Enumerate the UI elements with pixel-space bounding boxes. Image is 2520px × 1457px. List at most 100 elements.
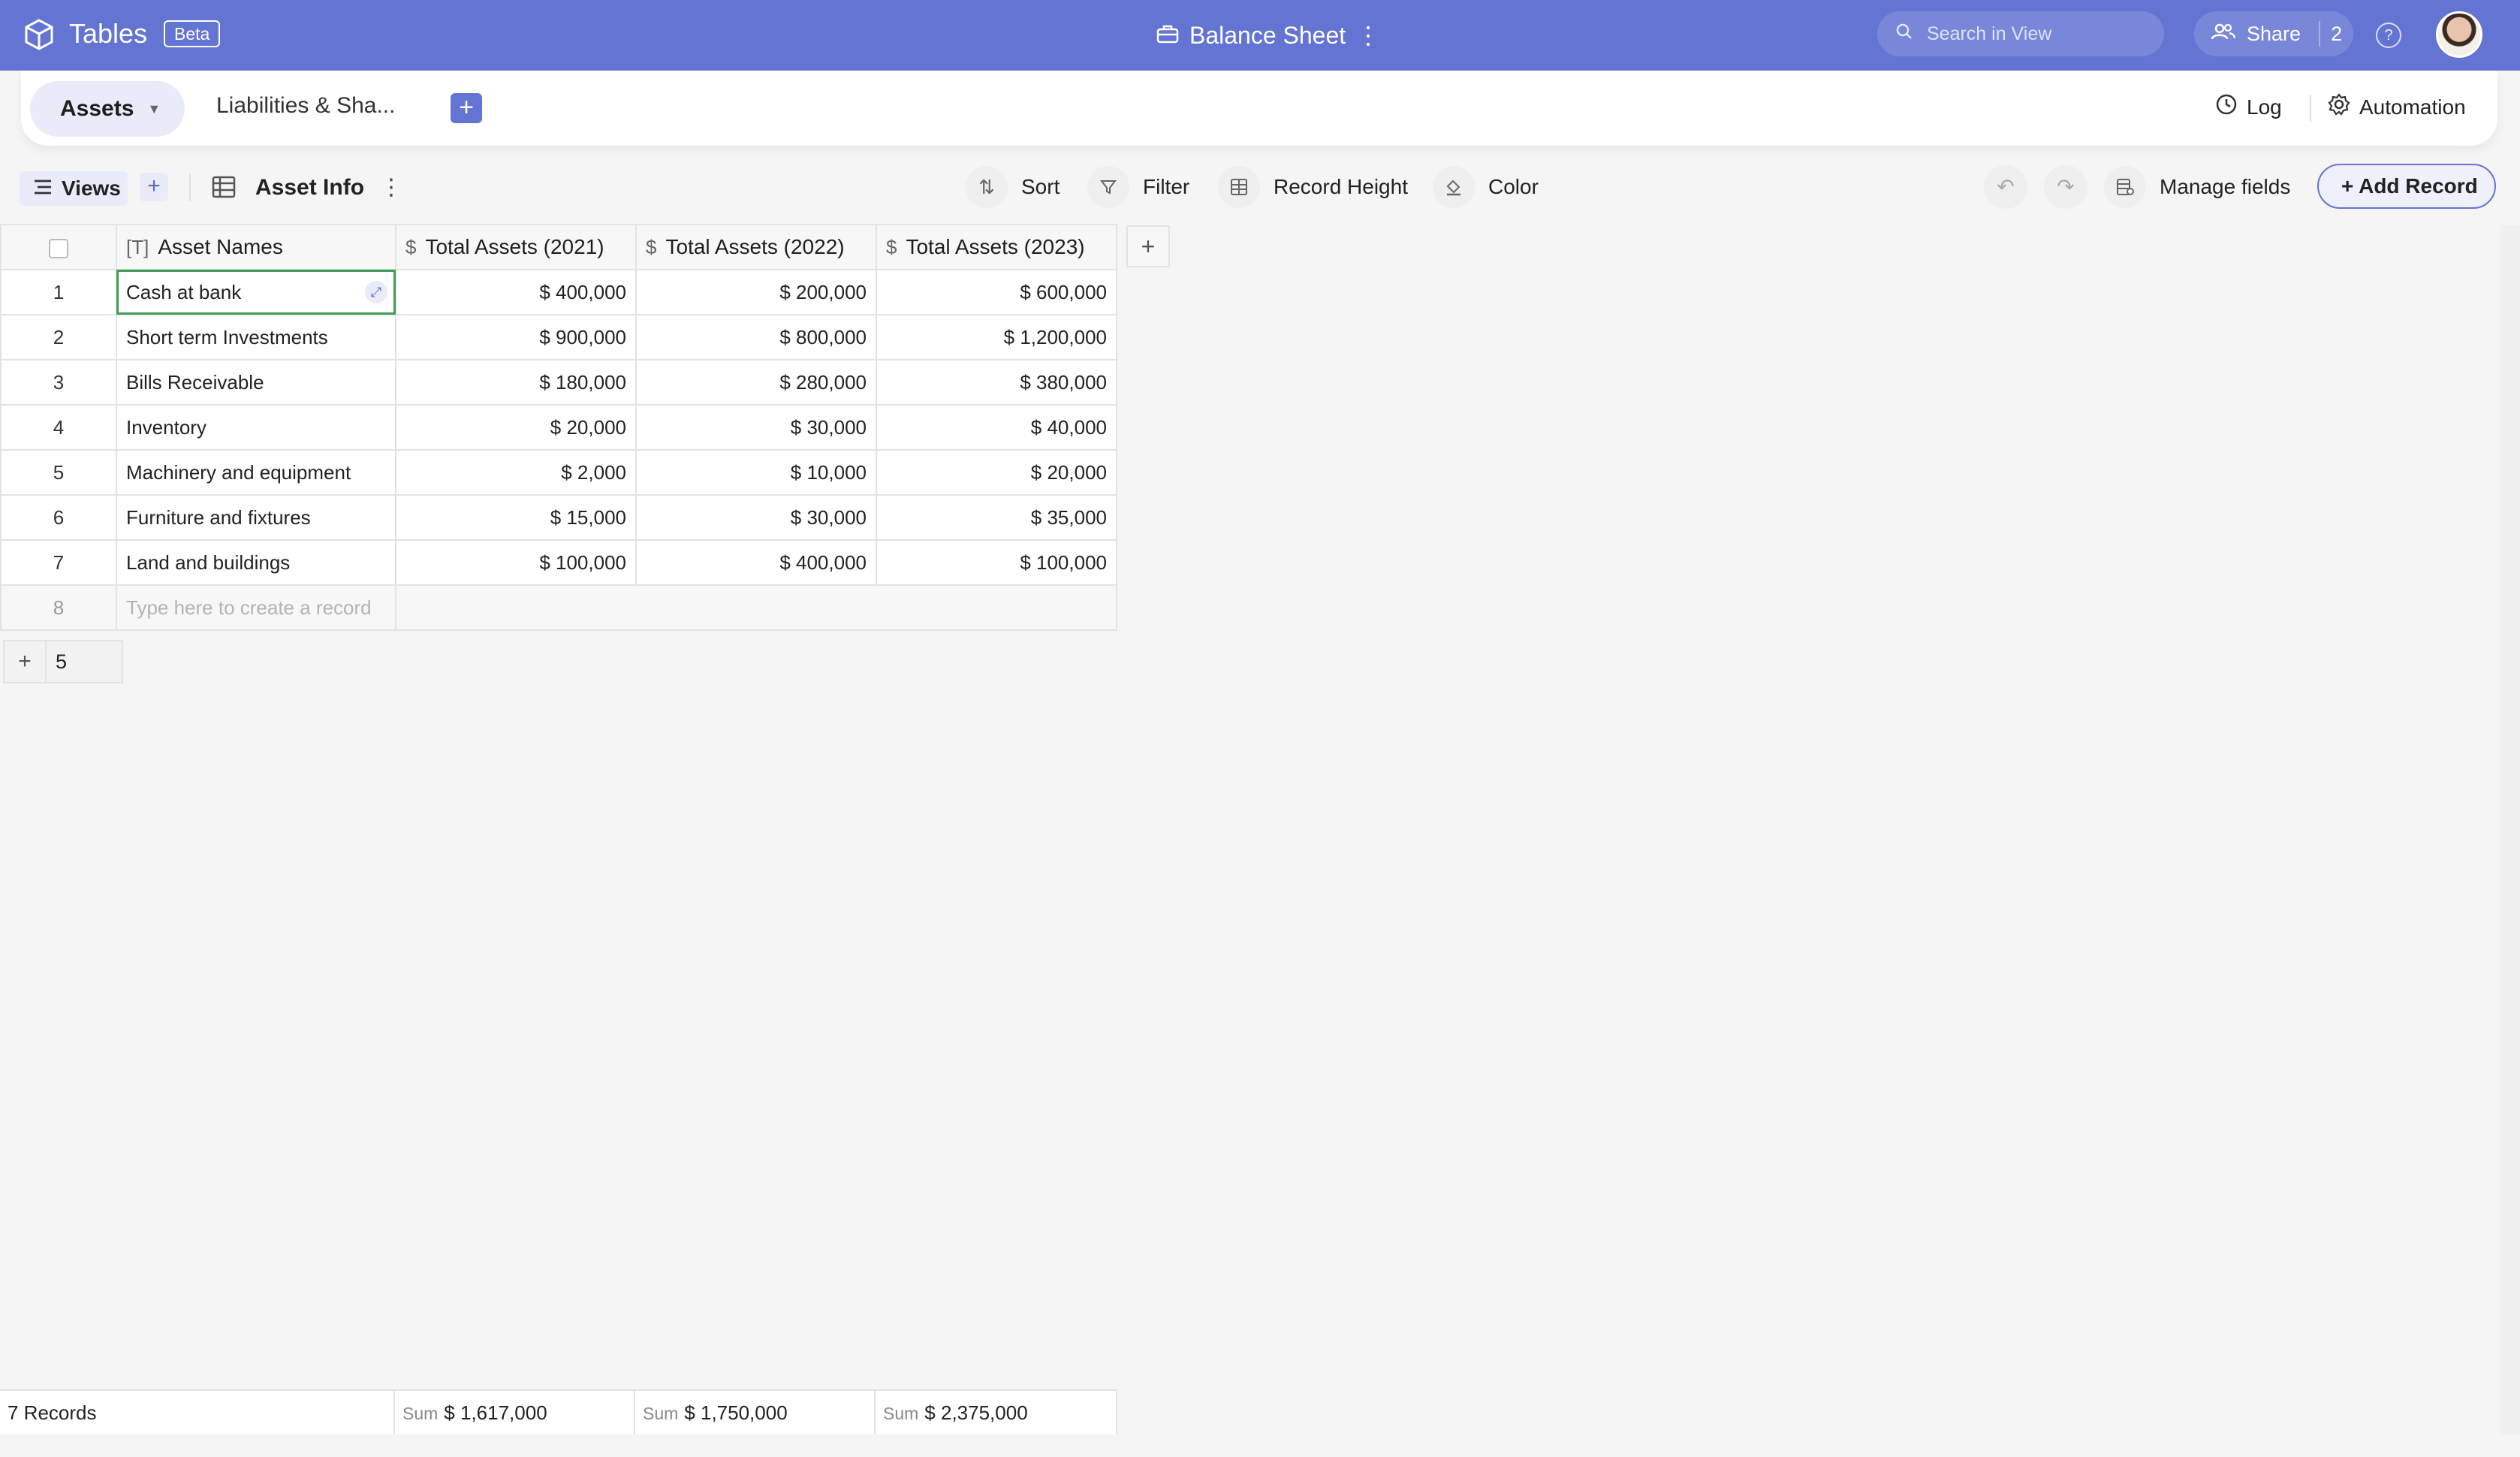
new-record-row[interactable]: 8 Type here to create a record — [0, 584, 1117, 631]
col-header-label: Total Assets (2021) — [425, 235, 604, 258]
undo-icon[interactable]: ↶ — [1984, 165, 2027, 209]
view-more-icon[interactable]: ⋮ — [380, 174, 402, 201]
help-icon[interactable]: ? — [2376, 23, 2401, 48]
add-rows-count[interactable]: 5 — [47, 641, 67, 682]
avatar[interactable] — [2436, 11, 2482, 58]
sort-button[interactable]: ⇅ Sort — [966, 164, 1060, 210]
automation-button[interactable]: Automation — [2328, 93, 2466, 121]
tab-liabilities[interactable]: Liabilities & Sha... — [216, 93, 395, 119]
row-number: 4 — [0, 404, 117, 451]
expand-record-icon[interactable]: ⤢ — [365, 281, 387, 303]
cell-2021[interactable]: $ 20,000 — [395, 404, 637, 451]
cell-2023[interactable]: $ 40,000 — [876, 404, 1117, 451]
sum-2022[interactable]: Sum $ 1,750,000 — [635, 1391, 876, 1434]
share-label: Share — [2247, 22, 2301, 45]
views-button[interactable]: Views — [20, 171, 128, 206]
add-rows-control[interactable]: +5 — [3, 640, 123, 683]
new-record-empty[interactable] — [395, 584, 1117, 631]
doc-title[interactable]: Balance Sheet ⋮ — [1156, 21, 1380, 50]
cell-2023[interactable]: $ 600,000 — [876, 269, 1117, 315]
cell-2021[interactable]: $ 2,000 — [395, 449, 637, 496]
beta-badge: Beta — [164, 20, 221, 47]
cube-logo-icon[interactable] — [23, 18, 56, 51]
col-header-2021[interactable]: $ Total Assets (2021) — [395, 224, 637, 270]
table-row[interactable]: 7 Land and buildings $ 100,000 $ 400,000… — [0, 539, 1117, 586]
col-header-2023[interactable]: $ Total Assets (2023) — [876, 224, 1117, 270]
filter-label: Filter — [1143, 175, 1190, 198]
cell-2023[interactable]: $ 380,000 — [876, 359, 1117, 406]
sum-2023[interactable]: Sum $ 2,375,000 — [876, 1391, 1117, 1434]
filter-button[interactable]: Filter — [1087, 164, 1189, 210]
col-header-label: Total Assets (2022) — [665, 235, 845, 258]
cell-2023[interactable]: $ 20,000 — [876, 449, 1117, 496]
dollar-icon: $ — [646, 236, 657, 258]
cell-2022[interactable]: $ 800,000 — [635, 314, 877, 360]
cell-asset-name[interactable]: Land and buildings — [116, 539, 396, 586]
cell-2022[interactable]: $ 30,000 — [635, 404, 877, 451]
cell-2022[interactable]: $ 10,000 — [635, 449, 877, 496]
row-number: 3 — [0, 359, 117, 406]
add-tab-button[interactable]: + — [451, 93, 482, 123]
col-header-2022[interactable]: $ Total Assets (2022) — [635, 224, 877, 270]
manage-fields-label: Manage fields — [2160, 175, 2291, 198]
cell-asset-name[interactable]: Furniture and fixtures — [116, 494, 396, 541]
view-name[interactable]: Asset Info — [255, 175, 364, 201]
new-record-input[interactable]: Type here to create a record — [116, 584, 396, 631]
row-height-icon — [1218, 166, 1260, 208]
cell-2021[interactable]: $ 100,000 — [395, 539, 637, 586]
caret-down-icon[interactable]: ▼ — [147, 101, 161, 117]
cell-2021[interactable]: $ 900,000 — [395, 314, 637, 360]
more-vertical-icon[interactable]: ⋮ — [1356, 21, 1380, 50]
cell-2021[interactable]: $ 400,000 — [395, 269, 637, 315]
manage-fields-button[interactable]: Manage fields — [2104, 164, 2290, 210]
record-height-button[interactable]: Record Height — [1218, 164, 1408, 210]
tab-assets[interactable]: Assets ▼ — [30, 81, 185, 137]
table-row[interactable]: 1 Cash at bank ⤢ $ 400,000 $ 200,000 $ 60… — [0, 269, 1117, 315]
clock-icon — [2215, 93, 2238, 121]
cell-asset-name[interactable]: Bills Receivable — [116, 359, 396, 406]
plus-icon[interactable]: + — [5, 641, 47, 682]
record-height-label: Record Height — [1274, 175, 1408, 198]
search-icon — [1895, 23, 1913, 46]
views-label: Views — [62, 176, 121, 200]
cell-2022[interactable]: $ 200,000 — [635, 269, 877, 315]
search-input[interactable]: Search in View — [1877, 11, 2164, 56]
table-row[interactable]: 6 Furniture and fixtures $ 15,000 $ 30,0… — [0, 494, 1117, 541]
summary-footer: 7 Records Sum $ 1,617,000 Sum $ 1,750,000 … — [0, 1389, 1117, 1434]
cell-asset-name[interactable]: Cash at bank ⤢ — [116, 269, 396, 315]
sum-2021[interactable]: Sum $ 1,617,000 — [395, 1391, 635, 1434]
app-title: Tables — [69, 18, 148, 49]
color-button[interactable]: Color — [1433, 164, 1539, 210]
cell-2022[interactable]: $ 30,000 — [635, 494, 877, 541]
add-record-button[interactable]: + Add Record — [2317, 164, 2496, 209]
log-button[interactable]: Log — [2215, 93, 2282, 121]
gear-icon — [2328, 93, 2350, 121]
cell-2023[interactable]: $ 1,200,000 — [876, 314, 1117, 360]
col-header-asset-names[interactable]: [T] Asset Names — [116, 224, 396, 270]
table-row[interactable]: 2 Short term Investments $ 900,000 $ 800… — [0, 314, 1117, 360]
select-all-checkbox[interactable] — [0, 224, 117, 270]
table-row[interactable]: 4 Inventory $ 20,000 $ 30,000 $ 40,000 — [0, 404, 1117, 451]
filter-icon — [1087, 166, 1129, 208]
row-number: 7 — [0, 539, 117, 586]
redo-icon[interactable]: ↷ — [2044, 165, 2087, 209]
sum-label: Sum — [402, 1404, 439, 1423]
cell-2022[interactable]: $ 400,000 — [635, 539, 877, 586]
cell-2023[interactable]: $ 100,000 — [876, 539, 1117, 586]
cell-2021[interactable]: $ 180,000 — [395, 359, 637, 406]
cell-2022[interactable]: $ 280,000 — [635, 359, 877, 406]
cell-2023[interactable]: $ 35,000 — [876, 494, 1117, 541]
sum-label: Sum — [883, 1404, 919, 1423]
vertical-scrollbar[interactable] — [2500, 225, 2520, 1434]
table-row[interactable]: 5 Machinery and equipment $ 2,000 $ 10,0… — [0, 449, 1117, 496]
col-header-label: Total Assets (2023) — [906, 235, 1085, 258]
add-view-button[interactable]: + — [140, 173, 168, 201]
cell-asset-name[interactable]: Short term Investments — [116, 314, 396, 360]
add-column-button[interactable]: + — [1126, 225, 1170, 267]
table-row[interactable]: 3 Bills Receivable $ 180,000 $ 280,000 $… — [0, 359, 1117, 406]
dollar-icon: $ — [405, 236, 417, 258]
cell-asset-name[interactable]: Machinery and equipment — [116, 449, 396, 496]
share-button[interactable]: Share 2 — [2194, 11, 2353, 56]
cell-asset-name[interactable]: Inventory — [116, 404, 396, 451]
cell-2021[interactable]: $ 15,000 — [395, 494, 637, 541]
